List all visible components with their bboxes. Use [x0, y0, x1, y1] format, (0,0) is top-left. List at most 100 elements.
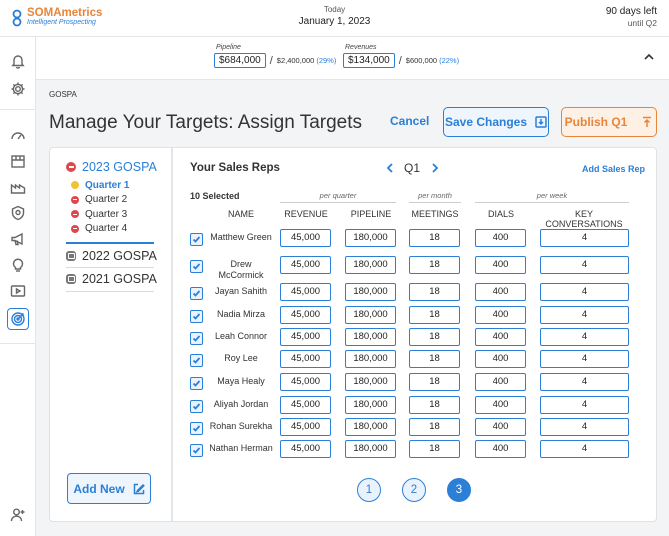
gospa-archived-2022[interactable]: 2022 GOSPA	[66, 249, 157, 263]
dials-input[interactable]: 400	[475, 418, 526, 436]
dials-input[interactable]: 400	[475, 283, 526, 301]
meetings-input[interactable]: 18	[409, 306, 460, 324]
conversations-input[interactable]: 4	[540, 229, 629, 247]
revenue-input[interactable]: 45,000	[280, 328, 331, 346]
user-add-icon[interactable]	[8, 505, 28, 525]
conversations-input[interactable]: 4	[540, 418, 629, 436]
conversations-input[interactable]: 4	[540, 328, 629, 346]
row-checkbox[interactable]	[190, 260, 203, 273]
chevron-right-icon[interactable]	[428, 161, 440, 175]
check-icon	[192, 290, 201, 297]
pipeline-input[interactable]: 180,000	[345, 328, 396, 346]
page-button-3[interactable]: 3	[447, 478, 471, 502]
badge-icon[interactable]	[8, 203, 28, 223]
row-checkbox[interactable]	[190, 444, 203, 457]
pipeline-input[interactable]: 180,000	[345, 440, 396, 458]
revenue-input[interactable]: 45,000	[280, 283, 331, 301]
revenue-input[interactable]: 45,000	[280, 229, 331, 247]
megaphone-icon[interactable]	[8, 229, 28, 249]
pipeline-input[interactable]: 180,000	[345, 373, 396, 391]
meetings-input[interactable]: 18	[409, 229, 460, 247]
dials-input[interactable]: 400	[475, 440, 526, 458]
pipeline-input[interactable]: 180,000	[345, 283, 396, 301]
page-button-1[interactable]: 1	[357, 478, 381, 502]
add-new-button[interactable]: Add New	[67, 473, 151, 504]
conversations-input[interactable]: 4	[540, 440, 629, 458]
conversations-input[interactable]: 4	[540, 283, 629, 301]
conversations-input[interactable]: 4	[540, 350, 629, 368]
revenue-input[interactable]: 45,000	[280, 256, 331, 274]
meetings-input[interactable]: 18	[409, 328, 460, 346]
quarter-item-1[interactable]: Quarter 1	[71, 178, 129, 193]
conversations-input[interactable]: 4	[540, 256, 629, 274]
add-sales-rep-link[interactable]: Add Sales Rep	[582, 164, 645, 174]
lightbulb-icon[interactable]	[8, 255, 28, 275]
row-checkbox[interactable]	[190, 287, 203, 300]
chevron-up-icon[interactable]	[643, 51, 655, 63]
row-checkbox[interactable]	[190, 400, 203, 413]
dials-input[interactable]: 400	[475, 256, 526, 274]
dials-input[interactable]: 400	[475, 306, 526, 324]
meetings-input[interactable]: 18	[409, 373, 460, 391]
gospa-archived-2021[interactable]: 2021 GOSPA	[66, 272, 157, 286]
check-icon	[192, 313, 201, 320]
row-checkbox[interactable]	[190, 332, 203, 345]
quarter-item-2[interactable]: Quarter 2	[71, 193, 129, 208]
conversations-input[interactable]: 4	[540, 396, 629, 414]
rail-divider	[0, 343, 36, 344]
factory-icon[interactable]	[8, 177, 28, 197]
pipeline-input[interactable]: 180,000	[345, 396, 396, 414]
row-checkbox[interactable]	[190, 310, 203, 323]
revenue-input[interactable]: 45,000	[280, 396, 331, 414]
meetings-input[interactable]: 18	[409, 396, 460, 414]
row-checkbox[interactable]	[190, 377, 203, 390]
bell-icon[interactable]	[8, 51, 28, 71]
publish-button[interactable]: Publish Q1	[561, 107, 657, 137]
trial-until: until Q2	[627, 18, 657, 28]
save-changes-button[interactable]: Save Changes	[443, 107, 549, 137]
pipeline-input[interactable]: 180,000	[345, 350, 396, 368]
pipeline-input[interactable]: 180,000	[345, 229, 396, 247]
pipeline-pct: (29%)	[316, 56, 337, 65]
quarter-item-4[interactable]: Quarter 4	[71, 222, 129, 237]
meetings-input[interactable]: 18	[409, 256, 460, 274]
conversations-input[interactable]: 4	[540, 306, 629, 324]
breadcrumb[interactable]: GOSPA	[49, 90, 77, 99]
dials-input[interactable]: 400	[475, 229, 526, 247]
chevron-left-icon[interactable]	[384, 161, 396, 175]
revenues-value: $134,000	[343, 53, 395, 68]
meetings-input[interactable]: 18	[409, 440, 460, 458]
pipeline-input[interactable]: 180,000	[345, 306, 396, 324]
row-checkbox[interactable]	[190, 422, 203, 435]
gospa-current[interactable]: 2023 GOSPA	[66, 160, 157, 174]
reps-title: Your Sales Reps	[190, 162, 280, 174]
pipeline-value: $684,000	[214, 53, 266, 68]
package-icon[interactable]	[8, 151, 28, 171]
gear-icon[interactable]	[8, 79, 28, 99]
revenue-input[interactable]: 45,000	[280, 440, 331, 458]
revenue-input[interactable]: 45,000	[280, 373, 331, 391]
pipeline-input[interactable]: 180,000	[345, 418, 396, 436]
dials-input[interactable]: 400	[475, 373, 526, 391]
row-checkbox[interactable]	[190, 354, 203, 367]
meetings-input[interactable]: 18	[409, 283, 460, 301]
quarter-item-3[interactable]: Quarter 3	[71, 207, 129, 222]
dials-input[interactable]: 400	[475, 350, 526, 368]
active-quarter-icon	[71, 181, 79, 190]
dials-input[interactable]: 400	[475, 328, 526, 346]
video-icon[interactable]	[8, 281, 28, 301]
revenue-input[interactable]: 45,000	[280, 350, 331, 368]
pipeline-input[interactable]: 180,000	[345, 256, 396, 274]
page-button-2[interactable]: 2	[402, 478, 426, 502]
meetings-input[interactable]: 18	[409, 350, 460, 368]
conversations-input[interactable]: 4	[540, 373, 629, 391]
revenue-input[interactable]: 45,000	[280, 418, 331, 436]
meetings-input[interactable]: 18	[409, 418, 460, 436]
speedometer-icon[interactable]	[8, 125, 28, 145]
check-icon	[192, 447, 201, 454]
cancel-button[interactable]: Cancel	[390, 114, 429, 128]
target-icon[interactable]	[7, 308, 29, 330]
revenue-input[interactable]: 45,000	[280, 306, 331, 324]
dials-input[interactable]: 400	[475, 396, 526, 414]
row-checkbox[interactable]	[190, 233, 203, 246]
